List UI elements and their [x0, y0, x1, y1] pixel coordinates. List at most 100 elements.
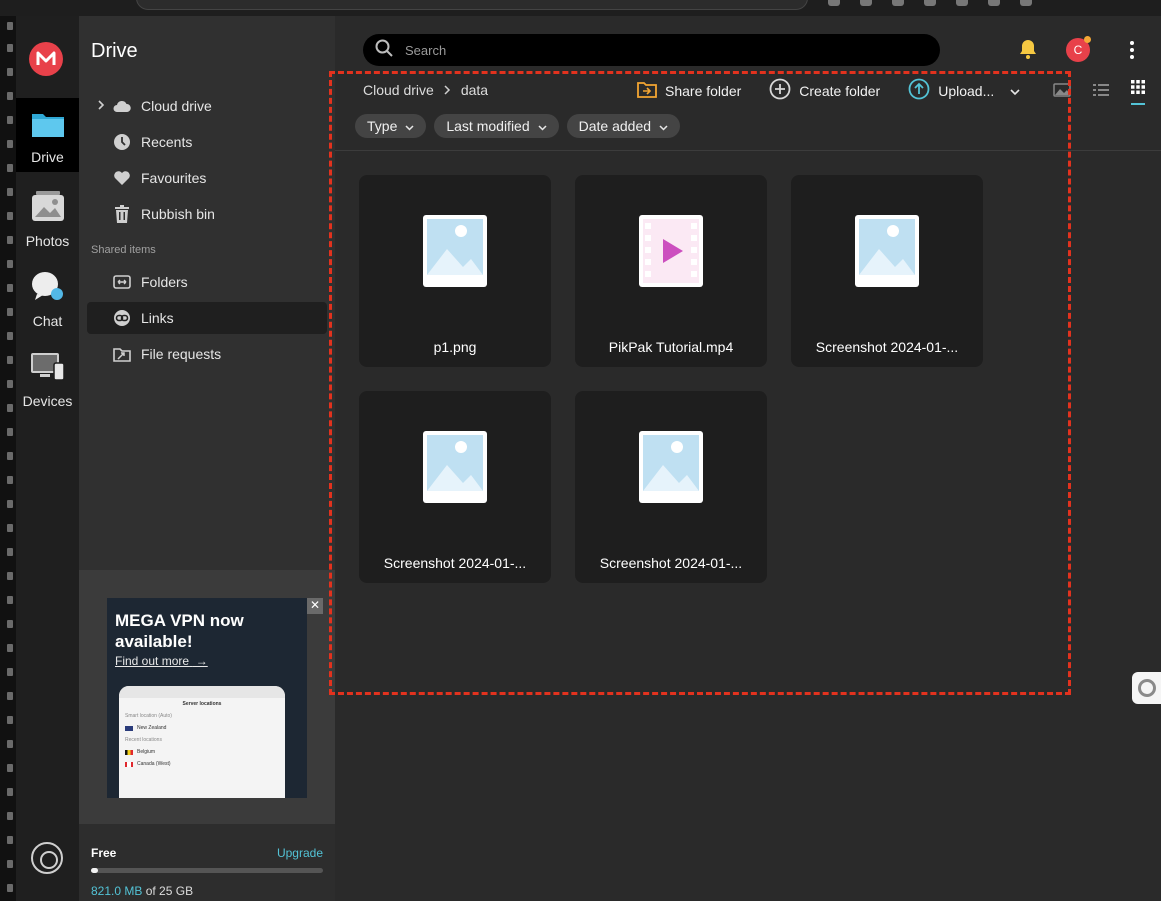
- phone-label: Recent locations: [125, 737, 162, 743]
- rail-item-devices[interactable]: Devices: [16, 338, 79, 412]
- extension-icon[interactable]: [828, 0, 840, 6]
- sidebar-title: Drive: [91, 40, 138, 62]
- arrow-right-icon: →: [192, 654, 208, 668]
- share-folder-button[interactable]: Share folder: [637, 80, 741, 101]
- chevron-down-icon: [405, 118, 414, 134]
- filter-type[interactable]: Type: [355, 114, 427, 138]
- phone-title: Server locations: [182, 701, 222, 707]
- rail-label: Chat: [32, 313, 63, 329]
- grid-view-icon[interactable]: [1131, 80, 1145, 105]
- phone-status-bar: [119, 686, 285, 698]
- filter-date-added[interactable]: Date added: [566, 114, 681, 138]
- bell-icon[interactable]: [1017, 38, 1039, 65]
- file-card[interactable]: p1.png: [359, 175, 551, 367]
- chevron-right-icon: [444, 82, 451, 98]
- extension-icon[interactable]: [988, 0, 1000, 6]
- sidebar-item-favourites[interactable]: Favourites: [87, 162, 327, 194]
- rail-item-chat[interactable]: Chat: [16, 258, 79, 332]
- folder-toolbar: Share folder Create folder Upload...: [637, 78, 1020, 103]
- extension-icon[interactable]: [924, 0, 936, 6]
- sidebar-item-label: Rubbish bin: [141, 206, 215, 222]
- storage-bar-fill: [91, 868, 99, 873]
- shared-folder-icon: [113, 273, 131, 291]
- upload-icon: [908, 78, 930, 103]
- browser-address-bar[interactable]: [136, 0, 808, 10]
- file-card[interactable]: Screenshot 2024-01-...: [359, 391, 551, 583]
- upload-button[interactable]: Upload...: [908, 78, 1020, 103]
- vpn-promo-banner[interactable]: MEGA VPN now available! Find out more → …: [107, 598, 307, 798]
- chevron-down-icon: [538, 118, 547, 134]
- list-view-icon[interactable]: [1093, 83, 1109, 102]
- extension-icon[interactable]: [956, 0, 968, 6]
- close-icon[interactable]: ✕: [307, 598, 323, 614]
- promo-link[interactable]: Find out more →: [115, 654, 208, 668]
- clock-icon: [113, 133, 131, 151]
- sidebar-item-file-requests[interactable]: File requests: [87, 338, 327, 370]
- file-name: Screenshot 2024-01-...: [599, 555, 743, 571]
- extension-icon[interactable]: [892, 0, 904, 6]
- sidebar-item-rubbish-bin[interactable]: Rubbish bin: [87, 198, 327, 230]
- upgrade-link[interactable]: Upgrade: [277, 846, 323, 860]
- phone-row: Belgium: [119, 746, 285, 758]
- image-file-icon: [639, 431, 703, 503]
- photo-icon: [31, 190, 65, 227]
- floating-widget-icon[interactable]: [1132, 672, 1161, 704]
- file-name: PikPak Tutorial.mp4: [608, 339, 734, 355]
- promo-title: MEGA VPN now available!: [115, 611, 244, 651]
- file-request-icon: [113, 345, 131, 363]
- sidebar-item-label: Links: [141, 310, 174, 326]
- extension-icon[interactable]: [860, 0, 872, 6]
- sidebar-item-shared-folders[interactable]: Folders: [87, 266, 327, 298]
- breadcrumb-item[interactable]: Cloud drive: [363, 82, 434, 98]
- share-folder-label: Share folder: [665, 82, 742, 99]
- promo-link-text: Find out more: [115, 654, 190, 668]
- sidebar-item-cloud-drive[interactable]: Cloud drive: [87, 90, 327, 122]
- chevron-down-icon: [659, 118, 668, 134]
- transfer-manager-icon[interactable]: [31, 842, 63, 874]
- sidebar-item-label: Recents: [141, 134, 193, 150]
- file-card[interactable]: Screenshot 2024-01-...: [575, 391, 767, 583]
- filter-label: Last modified: [446, 118, 530, 134]
- search-icon: [375, 39, 393, 62]
- sidebar-item-recents[interactable]: Recents: [87, 126, 327, 158]
- sidebar-item-label: Cloud drive: [141, 98, 212, 114]
- chevron-right-icon[interactable]: [97, 99, 105, 113]
- rail-item-drive[interactable]: Drive: [16, 98, 79, 172]
- sidebar-item-label: File requests: [141, 346, 222, 362]
- rail-item-photos[interactable]: Photos: [16, 178, 79, 252]
- phone-row-label: Belgium: [137, 749, 156, 755]
- shared-items-heading: Shared items: [91, 244, 156, 256]
- breadcrumb: Cloud drive data: [363, 82, 488, 98]
- create-folder-button[interactable]: Create folder: [769, 78, 880, 103]
- phone-row: New Zealand: [119, 722, 285, 734]
- extension-icon[interactable]: [1020, 0, 1032, 6]
- file-card[interactable]: Screenshot 2024-01-...: [791, 175, 983, 367]
- app-rail: Drive Photos Chat Devices: [16, 16, 79, 901]
- phone-row-label: Canada (West): [137, 761, 171, 767]
- file-name: p1.png: [433, 339, 477, 355]
- avatar[interactable]: C: [1066, 36, 1091, 62]
- phone-row: Canada (West): [119, 758, 285, 770]
- flag-icon: [125, 749, 133, 755]
- create-folder-label: Create folder: [799, 82, 881, 99]
- plus-circle-icon: [769, 78, 791, 103]
- app-window: Drive Photos Chat Devices Drive Cloud dr…: [0, 0, 1161, 901]
- sidebar-item-links[interactable]: Links: [87, 302, 327, 334]
- storage-text: 821.0 MB of 25 GB: [91, 884, 193, 898]
- search-bar[interactable]: [363, 34, 940, 66]
- search-input[interactable]: [405, 42, 885, 58]
- video-file-icon: [639, 215, 703, 287]
- sidebar: Drive Cloud drive Recents Favourites Rub…: [79, 16, 335, 901]
- image-file-icon: [423, 431, 487, 503]
- image-file-icon: [855, 215, 919, 287]
- breadcrumb-item[interactable]: data: [461, 82, 488, 98]
- media-view-icon[interactable]: [1053, 83, 1071, 102]
- storage-panel: Free Upgrade 821.0 MB of 25 GB: [79, 824, 335, 901]
- filter-last-modified[interactable]: Last modified: [434, 114, 559, 138]
- link-icon: [113, 309, 131, 327]
- promo-area: MEGA VPN now available! Find out more → …: [79, 570, 335, 824]
- file-card[interactable]: PikPak Tutorial.mp4: [575, 175, 767, 367]
- more-menu-icon[interactable]: [1130, 41, 1134, 59]
- mega-logo[interactable]: [29, 42, 63, 76]
- storage-total: of 25 GB: [145, 884, 194, 898]
